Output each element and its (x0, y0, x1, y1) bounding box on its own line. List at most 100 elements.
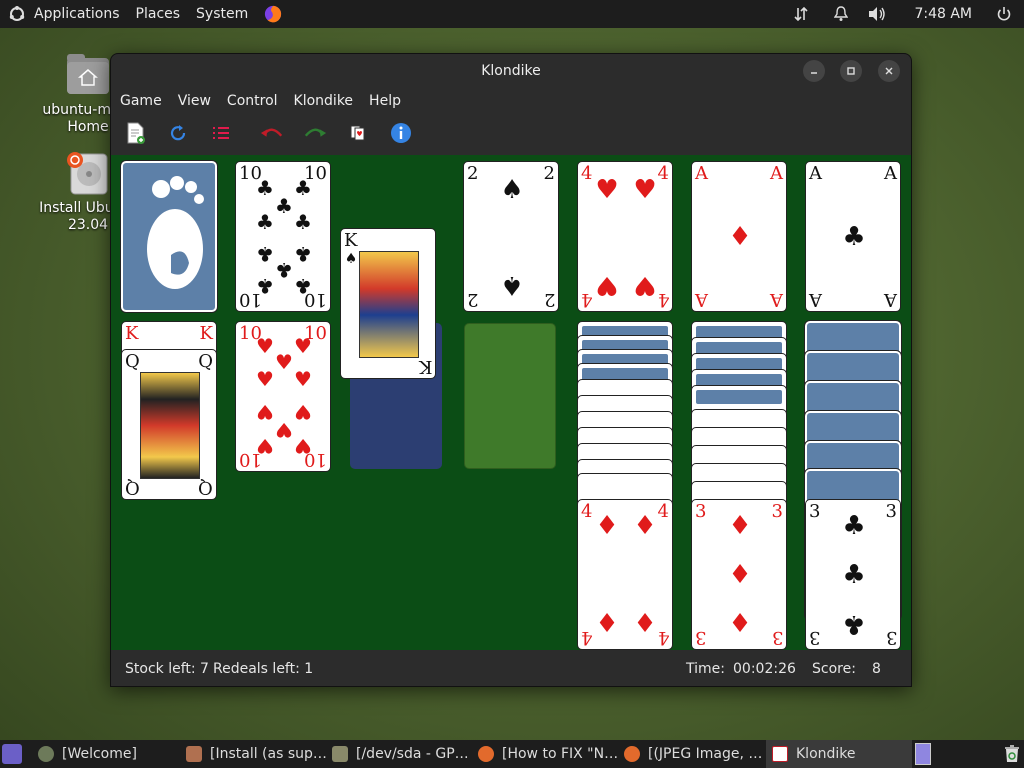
menubar: Game View Control Klondike Help (111, 88, 911, 114)
applications-label: Applications (34, 6, 120, 22)
network-icon[interactable] (786, 0, 816, 28)
tableau-empty-slot[interactable] (464, 323, 556, 469)
heart-icon: ♥ (275, 418, 293, 442)
new-game-icon[interactable] (123, 121, 147, 145)
trash-icon (1005, 745, 1019, 762)
close-button[interactable] (878, 60, 900, 82)
card-rank: 4 (581, 289, 593, 310)
time-label: Time: (686, 661, 725, 677)
trash-button[interactable] (1000, 740, 1024, 768)
window-title: Klondike (481, 63, 541, 79)
places-menu[interactable]: Places (128, 0, 189, 28)
firefox-icon (264, 5, 282, 23)
deal-icon[interactable] (346, 121, 370, 145)
time-value: 00:02:26 (733, 661, 796, 677)
card-rank: A (695, 163, 708, 184)
task-klondike[interactable]: Klondike (766, 740, 912, 768)
queen-face-art (140, 372, 200, 479)
firefox-icon (624, 746, 640, 762)
card-rank: 3 (695, 627, 707, 648)
club-icon: ♣ (294, 210, 312, 234)
show-desktop-icon (2, 744, 22, 764)
card-rank: K (418, 356, 432, 377)
taskbar: [Welcome] [Install (as sup… [/dev/sda - … (0, 740, 1024, 768)
gparted-icon (332, 746, 348, 762)
applications-menu[interactable]: Applications (0, 0, 128, 28)
top-panel: Applications Places System 7:48 AM (0, 0, 1024, 28)
menu-view[interactable]: View (173, 93, 216, 109)
task-label: [How to FIX "N… (502, 746, 618, 762)
score-value: 8 (872, 661, 881, 677)
menu-klondike[interactable]: Klondike (289, 93, 359, 109)
workspace-switcher[interactable] (914, 740, 932, 768)
firefox-launcher[interactable] (256, 0, 290, 28)
task-firefox-jpeg[interactable]: [(JPEG Image, … (624, 740, 764, 768)
card-rank: 4 (657, 627, 669, 648)
club-icon: ♣ (256, 210, 274, 234)
klondike-icon (772, 746, 788, 762)
card-rank: A (695, 289, 708, 310)
restart-icon[interactable] (166, 121, 190, 145)
dragged-card-king-spades[interactable]: K K ♠ (340, 228, 436, 379)
club-icon: ♣ (275, 194, 293, 218)
foundation-ace-diamonds[interactable]: A A A A ♦ (691, 161, 787, 312)
card-rank: 4 (657, 163, 669, 184)
spade-icon: ♠ (344, 251, 358, 267)
undo-icon[interactable] (260, 121, 284, 145)
card-rank: 3 (771, 501, 783, 522)
titlebar[interactable]: Klondike (111, 54, 911, 88)
heart-icon: ♥ (595, 270, 619, 300)
statusbar: Stock left: 7 Redeals left: 1 Time: 00:0… (111, 650, 911, 686)
heart-icon: ♥ (294, 367, 312, 391)
foundation-four-hearts[interactable]: 4 4 4 4 ♥ ♥ ♥ ♥ (577, 161, 673, 312)
club-icon: ♣ (842, 609, 866, 639)
power-icon[interactable] (988, 0, 1020, 28)
redo-icon[interactable] (303, 121, 327, 145)
card-rank: A (809, 289, 822, 310)
tableau-card-queen-spades[interactable]: Q Q Q Q (121, 349, 217, 500)
heart-icon: ♥ (633, 270, 657, 300)
clock[interactable]: 7:48 AM (906, 0, 980, 28)
card-rank: 4 (581, 163, 593, 184)
club-icon: ♣ (294, 274, 312, 298)
system-menu[interactable]: System (188, 0, 256, 28)
task-install[interactable]: [Install (as sup… (186, 740, 326, 768)
card-rank: 2 (543, 289, 555, 310)
statistics-icon[interactable] (209, 121, 233, 145)
show-desktop-button[interactable] (0, 740, 24, 768)
heart-icon: ♥ (256, 367, 274, 391)
heart-icon: ♥ (294, 434, 312, 458)
tableau-card-ten-hearts[interactable]: 10 10 10 10 ♥ ♥ ♥ ♥ ♥ ♥ ♥ ♥ ♥ ♥ (235, 321, 331, 472)
task-firefox-howto[interactable]: [How to FIX "N… (478, 740, 618, 768)
task-gparted[interactable]: [/dev/sda - GP… (332, 740, 472, 768)
heart-icon: ♥ (256, 434, 274, 458)
stock-pile[interactable] (121, 161, 217, 312)
card-rank: Q (125, 477, 140, 498)
foundation-two-spades[interactable]: 2 2 2 2 ♠ ♠ (463, 161, 559, 312)
home-folder-icon (65, 52, 111, 98)
foundation-ace-clubs[interactable]: A A A A ♣ (805, 161, 901, 312)
card-rank: 4 (657, 501, 669, 522)
heart-icon: ♥ (294, 400, 312, 424)
menu-game[interactable]: Game (115, 93, 167, 109)
minimize-button[interactable] (803, 60, 825, 82)
tableau-card-three-diamonds[interactable]: 3 3 3 3 ♦ ♦ ♦ (691, 499, 787, 650)
maximize-button[interactable] (840, 60, 862, 82)
card-rank: 3 (771, 627, 783, 648)
tableau-card-four-diamonds[interactable]: 4 4 4 4 ♦ ♦ ♦ ♦ (577, 499, 673, 650)
tableau-card-three-clubs[interactable]: 3 3 3 3 ♣ ♣ ♣ (805, 499, 901, 650)
gnome-foot-icon (147, 176, 204, 289)
menu-help[interactable]: Help (364, 93, 406, 109)
game-board: 10 10 10 10 ♣ ♣ ♣ ♣ ♣ ♣ ♣ ♣ ♣ ♣ K K ♠ 2 … (111, 155, 911, 650)
menu-control[interactable]: Control (222, 93, 283, 109)
card-rank: 2 (467, 289, 479, 310)
task-label: [(JPEG Image, … (648, 746, 763, 762)
card-rank: 3 (695, 501, 707, 522)
waste-card-ten-clubs[interactable]: 10 10 10 10 ♣ ♣ ♣ ♣ ♣ ♣ ♣ ♣ ♣ ♣ (235, 161, 331, 312)
heart-icon: ♥ (256, 400, 274, 424)
task-welcome[interactable]: [Welcome] (38, 740, 178, 768)
volume-icon[interactable] (860, 0, 894, 28)
notification-bell-icon[interactable] (826, 0, 856, 28)
installer-icon (186, 746, 202, 762)
info-icon[interactable] (389, 121, 413, 145)
